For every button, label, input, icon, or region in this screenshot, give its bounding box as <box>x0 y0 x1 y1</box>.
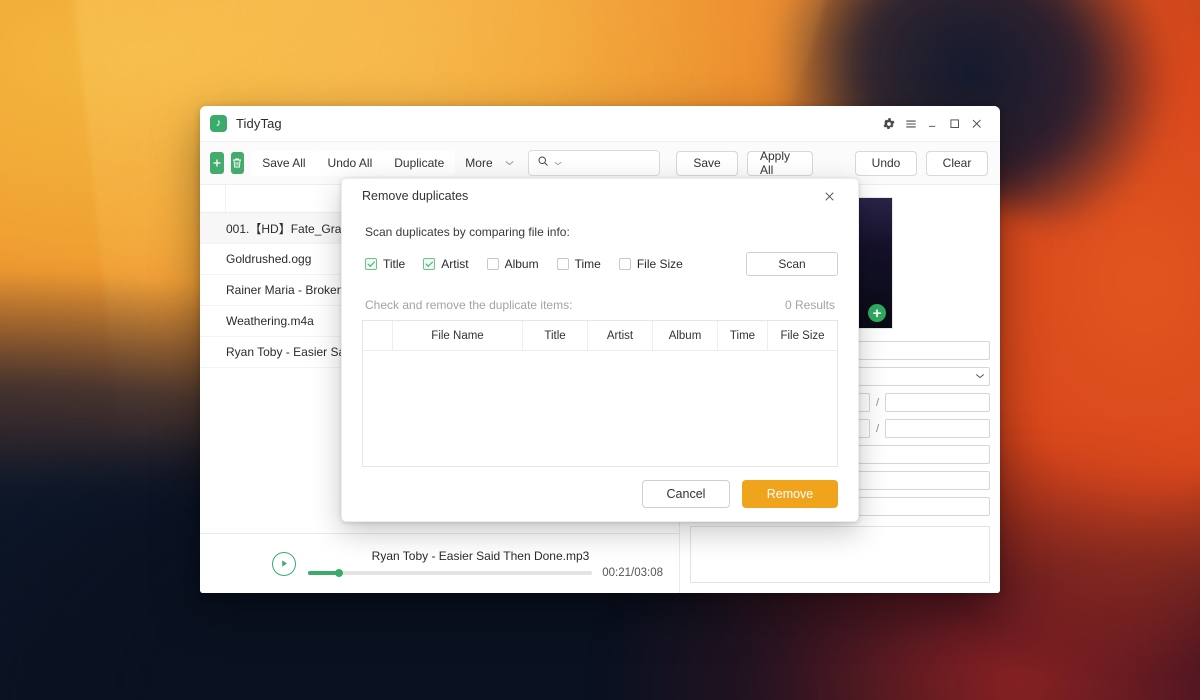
gear-icon[interactable] <box>878 113 900 135</box>
column-header-file-size[interactable]: File Size <box>768 321 837 350</box>
duplicate-button[interactable]: Duplicate <box>383 151 455 176</box>
app-title: TidyTag <box>236 116 282 131</box>
add-files-button[interactable] <box>210 152 224 174</box>
column-header-time[interactable]: Time <box>718 321 768 350</box>
cancel-button[interactable]: Cancel <box>642 480 730 508</box>
close-icon[interactable] <box>966 113 988 135</box>
checkbox-icon[interactable] <box>557 258 569 270</box>
minimize-icon[interactable] <box>922 113 944 135</box>
save-button[interactable]: Save <box>676 151 738 176</box>
search-chevron-down-icon[interactable] <box>554 159 562 168</box>
results-row: Check and remove the duplicate items: 0 … <box>365 298 835 312</box>
player-track-title: Ryan Toby - Easier Said Then Done.mp3 <box>298 549 663 563</box>
player-progress-row: 00:21/03:08 <box>308 567 663 579</box>
option-label: File Size <box>637 257 683 271</box>
search-box[interactable] <box>528 150 660 176</box>
player-time: 00:21/03:08 <box>602 567 663 579</box>
search-icon <box>537 154 549 172</box>
column-header-title[interactable]: Title <box>523 321 588 350</box>
app-logo-icon: ♪ <box>210 115 227 132</box>
option-label: Artist <box>441 257 468 271</box>
dialog-subtitle: Scan duplicates by comparing file info: <box>365 225 838 239</box>
duplicates-table-header: File Name Title Artist Album Time File S… <box>363 321 837 351</box>
player-progress-slider[interactable] <box>308 571 592 575</box>
option-label: Time <box>575 257 601 271</box>
option-time[interactable]: Time <box>557 257 601 271</box>
option-label: Title <box>383 257 405 271</box>
play-icon[interactable] <box>272 552 296 576</box>
toolbar-right-group: Save Apply All Undo Clear <box>660 151 1000 176</box>
track-total-field[interactable] <box>885 393 990 412</box>
chevron-down-icon <box>975 372 985 381</box>
checkbox-icon[interactable] <box>365 258 377 270</box>
delete-files-button[interactable] <box>231 152 245 174</box>
results-label: Check and remove the duplicate items: <box>365 298 572 312</box>
remove-button[interactable]: Remove <box>742 480 838 508</box>
option-title[interactable]: Title <box>365 257 405 271</box>
dialog-header: Remove duplicates <box>362 179 838 213</box>
scan-button[interactable]: Scan <box>746 252 838 276</box>
disc-total-field[interactable] <box>885 419 990 438</box>
checkbox-icon[interactable] <box>423 258 435 270</box>
more-button-label: More <box>465 156 492 170</box>
player-content: Ryan Toby - Easier Said Then Done.mp3 00… <box>308 549 663 579</box>
player-progress-handle[interactable] <box>335 569 343 577</box>
lyrics-textarea[interactable] <box>690 526 990 583</box>
app-logo-glyph: ♪ <box>216 118 222 129</box>
option-album[interactable]: Album <box>487 257 539 271</box>
more-button[interactable]: More <box>455 151 521 176</box>
dialog-actions: Cancel Remove <box>362 467 838 521</box>
checkbox-icon[interactable] <box>619 258 631 270</box>
duplicates-table-body <box>363 351 837 466</box>
apply-all-button[interactable]: Apply All <box>747 151 813 176</box>
column-header-artist[interactable]: Artist <box>588 321 653 350</box>
undo-all-button[interactable]: Undo All <box>317 151 384 176</box>
close-icon[interactable] <box>820 187 838 205</box>
duplicates-table: File Name Title Artist Album Time File S… <box>362 320 838 467</box>
search-input[interactable] <box>567 156 651 170</box>
option-label: Album <box>505 257 539 271</box>
hamburger-menu-icon[interactable] <box>900 113 922 135</box>
column-header-select[interactable] <box>363 321 393 350</box>
slash-separator: / <box>876 423 879 435</box>
chevron-down-icon <box>505 159 514 168</box>
title-bar: ♪ TidyTag <box>200 106 1000 142</box>
undo-button[interactable]: Undo <box>855 151 917 176</box>
remove-duplicates-dialog: Remove duplicates Scan duplicates by com… <box>341 178 859 522</box>
clear-button[interactable]: Clear <box>926 151 988 176</box>
column-header-file-name[interactable]: File Name <box>393 321 523 350</box>
option-artist[interactable]: Artist <box>423 257 468 271</box>
select-all-checkbox-cell[interactable] <box>200 185 226 212</box>
toolbar-left-group: Save All Undo All Duplicate More <box>200 150 660 176</box>
results-count: 0 Results <box>785 298 835 312</box>
option-file-size[interactable]: File Size <box>619 257 683 271</box>
column-header-album[interactable]: Album <box>653 321 718 350</box>
add-album-art-icon[interactable]: + <box>868 304 886 322</box>
compare-options-row: Title Artist Album Time File Size Scan <box>365 252 838 276</box>
player-bar: Ryan Toby - Easier Said Then Done.mp3 00… <box>200 533 679 593</box>
maximize-icon[interactable] <box>944 113 966 135</box>
save-all-button[interactable]: Save All <box>251 151 316 176</box>
slash-separator: / <box>876 397 879 409</box>
dialog-title: Remove duplicates <box>362 189 468 203</box>
checkbox-icon[interactable] <box>487 258 499 270</box>
